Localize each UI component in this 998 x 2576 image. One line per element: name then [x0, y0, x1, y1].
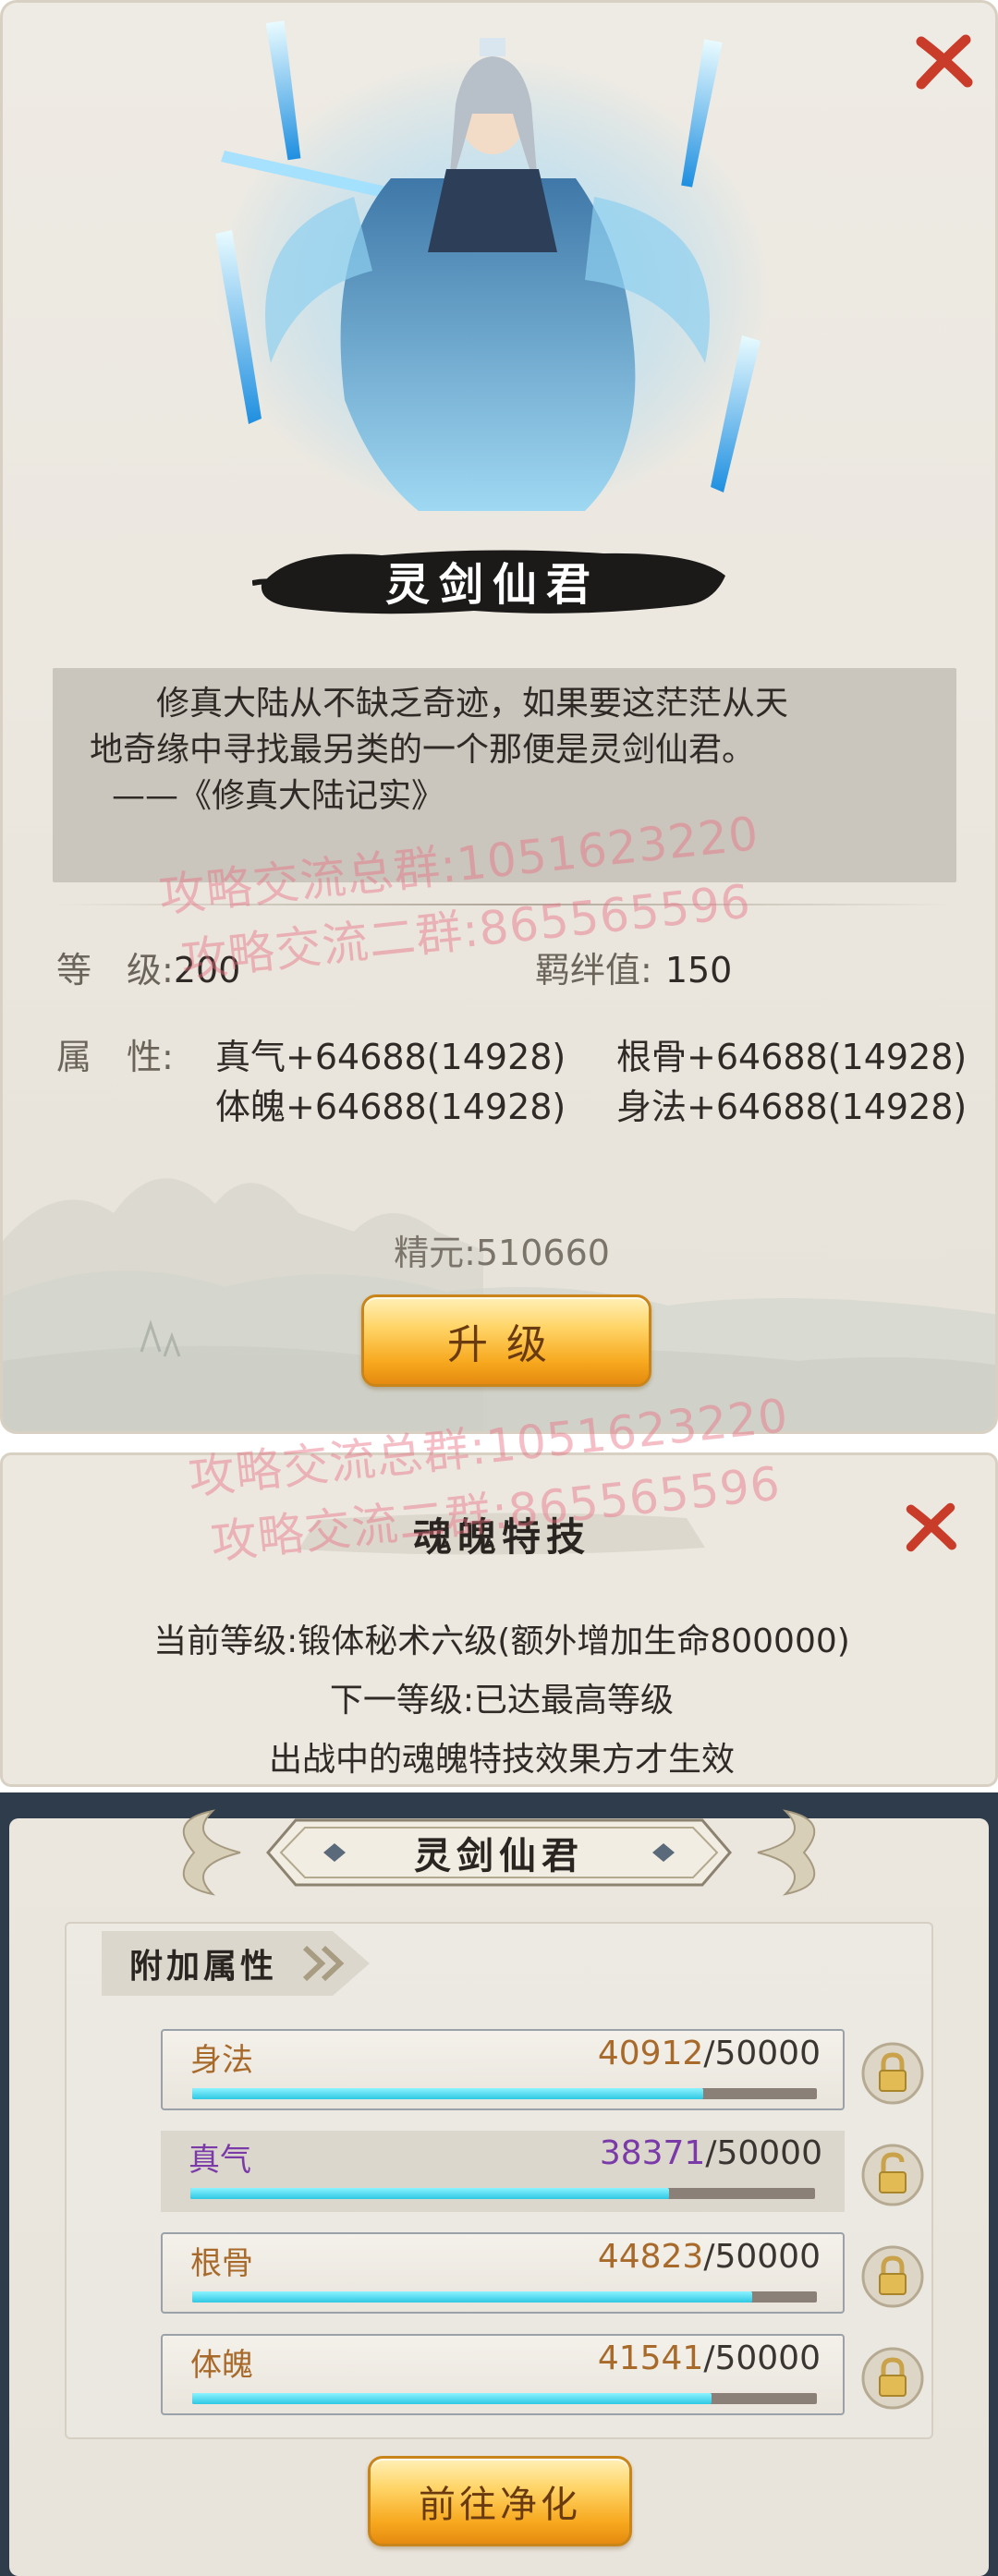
level-label: 等 级:	[56, 950, 174, 990]
progress-bar	[192, 2393, 817, 2404]
hero-portrait	[215, 20, 770, 520]
progress-fill	[192, 2291, 752, 2303]
attribute-name: 真气	[189, 2142, 251, 2179]
attribute-row-tipo: 体魄 41541/50000	[161, 2334, 845, 2415]
progress-bar	[190, 2188, 815, 2199]
progress-fill	[192, 2393, 712, 2404]
unlock-icon[interactable]	[861, 2144, 924, 2206]
lock-icon[interactable]	[861, 2347, 924, 2410]
hero-name: 灵剑仙君	[384, 559, 600, 611]
attribute-name: 身法	[190, 2042, 253, 2079]
attribute-value: 44823/50000	[597, 2238, 821, 2276]
attribute-tipo: 体魄+64688(14928)	[215, 1087, 566, 1127]
attribute-label: 属 性:	[56, 1037, 174, 1077]
bond-value: 150	[664, 950, 733, 990]
purify-title-plaque: 灵剑仙君	[176, 1802, 822, 1903]
attribute-name: 根骨	[190, 2245, 253, 2282]
quote-line-2: 地奇缘中寻找最另类的一个那便是灵剑仙君。	[90, 731, 756, 769]
skill-note: 出战中的魂魄特技效果方才生效	[268, 1741, 735, 1779]
attribute-value: 40912/50000	[597, 2035, 821, 2072]
bond-label: 羁绊值:	[535, 950, 652, 990]
attribute-row-zhenqi: 真气 38371/50000	[161, 2131, 845, 2212]
purify-button-label: 前往净化	[419, 2484, 581, 2526]
section-tag: 附加属性	[102, 1922, 379, 2005]
quote-source: ——《修真大陆记实》	[112, 777, 445, 815]
essence-amount: 精元:510660	[394, 1233, 610, 1273]
lock-icon[interactable]	[861, 2245, 924, 2308]
attribute-name: 体魄	[190, 2347, 253, 2384]
attribute-shenfa: 身法+64688(14928)	[616, 1087, 968, 1127]
attribute-row-shenfa: 身法 40912/50000	[161, 2029, 845, 2110]
progress-bar	[192, 2291, 817, 2303]
hero-panel: 灵剑仙君 修真大陆从不缺乏奇迹，如果要这茫茫从天 地奇缘中寻找最另类的一个那便是…	[0, 0, 998, 1434]
quote-line-1: 修真大陆从不缺乏奇迹，如果要这茫茫从天	[156, 685, 789, 723]
attribute-value: 38371/50000	[599, 2134, 822, 2172]
progress-fill	[190, 2188, 670, 2199]
attribute-zhenqi: 真气+64688(14928)	[215, 1037, 566, 1077]
upgrade-button[interactable]: 升级	[361, 1294, 651, 1387]
lock-icon[interactable]	[861, 2042, 924, 2105]
purify-button[interactable]: 前往净化	[368, 2456, 632, 2546]
progress-fill	[192, 2088, 703, 2099]
progress-bar	[192, 2088, 817, 2099]
attribute-value: 41541/50000	[597, 2339, 821, 2377]
attribute-gengu: 根骨+64688(14928)	[616, 1037, 968, 1077]
attribute-row-gengu: 根骨 44823/50000	[161, 2232, 845, 2314]
skill-next-level: 下一等级:已达最高等级	[329, 1682, 675, 1719]
hero-name-banner: 灵剑仙君	[252, 529, 733, 631]
skill-current-level: 当前等级:锻体秘术六级(额外增加生命800000)	[153, 1622, 850, 1660]
close-icon[interactable]	[910, 29, 977, 95]
upgrade-button-label: 升级	[447, 1321, 566, 1368]
